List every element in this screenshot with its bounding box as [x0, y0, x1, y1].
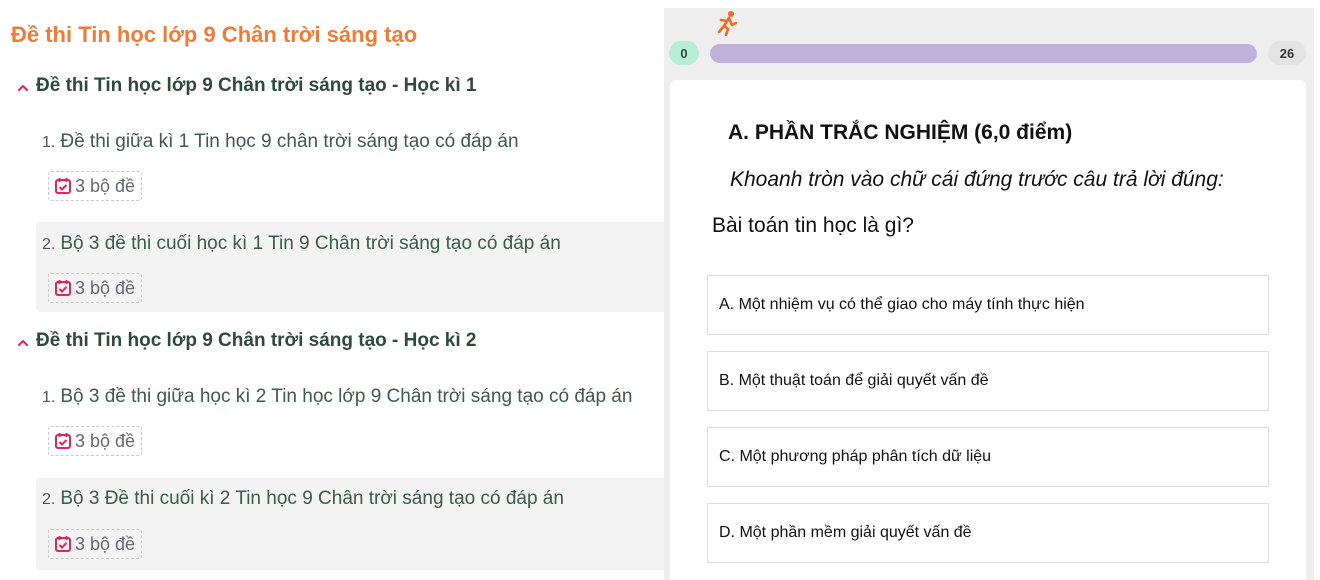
- answer-option-c[interactable]: C. Một phương pháp phân tích dữ liệu: [707, 427, 1269, 487]
- quiz-section-title: A. PHẦN TRẮC NGHIỆM (6,0 điểm): [728, 121, 1073, 144]
- progress-total-counter: 26: [1268, 41, 1306, 65]
- badge-label: 3 bộ đề: [75, 533, 136, 554]
- chevron-up-icon: [18, 85, 28, 91]
- count-badge[interactable]: 3 bộ đề: [48, 273, 143, 303]
- badge-label: 3 bộ đề: [75, 277, 136, 298]
- article-toc-panel: Đề thi Tin học lớp 9 Chân trời sáng tạo …: [0, 0, 664, 580]
- count-badge[interactable]: 3 bộ đề: [48, 426, 143, 456]
- calendar-check-icon: [55, 433, 71, 449]
- progress-bar: [710, 44, 1257, 63]
- item-title-text: Đề thi giữa kì 1 Tin học 9 chân trời sán…: [60, 131, 519, 152]
- question-card: A. PHẦN TRẮC NGHIỆM (6,0 điểm) Khoanh tr…: [670, 80, 1306, 580]
- badge-label: 3 bộ đề: [75, 430, 136, 451]
- progress-bar-fill: [710, 44, 1257, 63]
- section-heading-hk1[interactable]: Đề thi Tin học lớp 9 Chân trời sáng tạo …: [16, 75, 477, 97]
- answer-option-a[interactable]: A. Một nhiệm vụ có thể giao cho máy tính…: [707, 275, 1269, 335]
- count-badge[interactable]: 3 bộ đề: [48, 529, 143, 559]
- question-text: Bài toán tin học là gì?: [712, 214, 914, 237]
- item-number: 2.: [42, 236, 56, 253]
- calendar-check-icon: [55, 536, 71, 552]
- section-heading-label: Đề thi Tin học lớp 9 Chân trời sáng tạo …: [36, 75, 477, 96]
- quiz-instruction: Khoanh tròn vào chữ cái đứng trước câu t…: [730, 168, 1224, 191]
- section-heading-label: Đề thi Tin học lớp 9 Chân trời sáng tạo …: [36, 330, 477, 351]
- item-title-link[interactable]: 2. Bộ 3 Đề thi cuối kì 2 Tin học 9 Chân t…: [42, 488, 564, 510]
- section-heading-hk2[interactable]: Đề thi Tin học lớp 9 Chân trời sáng tạo …: [16, 330, 477, 352]
- quiz-panel: 0 26 A. PHẦN TRẮC NGHIỆM (6,0 điểm) Khoa…: [664, 8, 1314, 580]
- count-badge[interactable]: 3 bộ đề: [48, 171, 143, 201]
- badge-label: 3 bộ đề: [75, 175, 136, 196]
- page-title: Đề thi Tin học lớp 9 Chân trời sáng tạo: [11, 22, 418, 47]
- item-title-text: Bộ 3 đề thi cuối học kì 1 Tin 9 Chân trờ…: [60, 233, 561, 254]
- item-title-text: Bộ 3 đề thi giữa học kì 2 Tin học lớp 9 …: [60, 386, 633, 407]
- answer-option-b[interactable]: B. Một thuật toán để giải quyết vấn đề: [707, 351, 1269, 411]
- item-number: 1.: [42, 134, 56, 151]
- list-item[interactable]: 2. Bộ 3 đề thi cuối học kì 1 Tin 9 Chân t…: [36, 222, 664, 312]
- item-title-link[interactable]: 2. Bộ 3 đề thi cuối học kì 1 Tin 9 Chân t…: [42, 233, 561, 255]
- item-title-link[interactable]: 1. Bộ 3 đề thi giữa học kì 2 Tin học lớp …: [42, 386, 632, 408]
- calendar-check-icon: [55, 280, 71, 296]
- answer-option-d[interactable]: D. Một phần mềm giải quyết vấn đề: [707, 503, 1269, 563]
- progress-current-counter: 0: [669, 41, 699, 65]
- item-title-link[interactable]: 1. Đề thi giữa kì 1 Tin học 9 chân trời s…: [42, 131, 519, 153]
- list-item[interactable]: 2. Bộ 3 Đề thi cuối kì 2 Tin học 9 Chân t…: [36, 478, 664, 570]
- running-person-icon: [717, 11, 738, 36]
- item-number: 1.: [42, 389, 56, 406]
- chevron-up-icon: [18, 340, 28, 346]
- list-item[interactable]: 1. Đề thi giữa kì 1 Tin học 9 chân trời s…: [36, 118, 664, 212]
- list-item[interactable]: 1. Bộ 3 đề thi giữa học kì 2 Tin học lớp …: [36, 373, 664, 467]
- item-title-text: Bộ 3 Đề thi cuối kì 2 Tin học 9 Chân trờ…: [60, 488, 564, 509]
- calendar-check-icon: [55, 178, 71, 194]
- item-number: 2.: [42, 491, 56, 508]
